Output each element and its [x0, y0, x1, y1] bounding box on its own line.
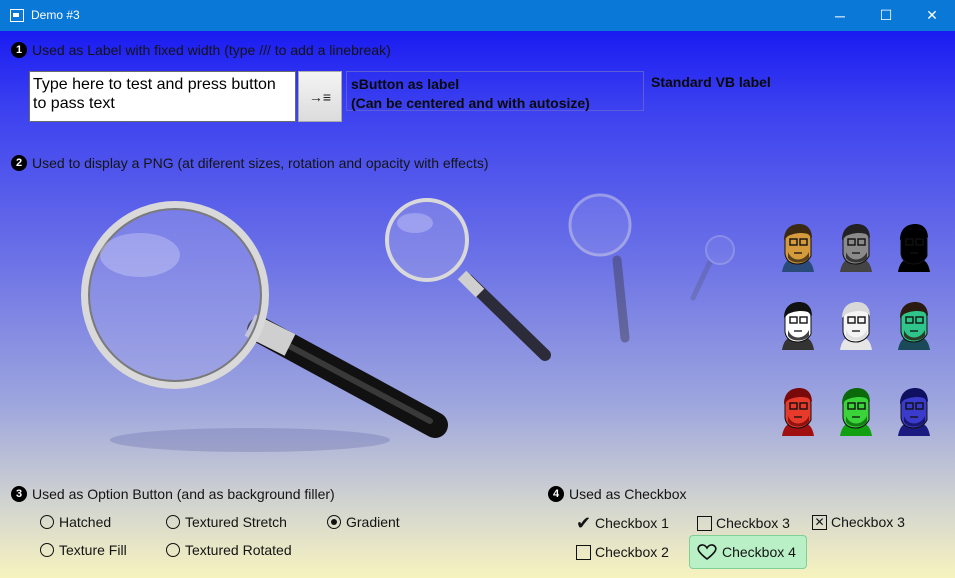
radio-circle[interactable]: [327, 515, 341, 529]
option-gradient[interactable]: Gradient: [327, 514, 400, 530]
radio-circle[interactable]: [40, 515, 54, 529]
section3-title: Used as Option Button (and as background…: [32, 486, 335, 502]
checkbox-3b[interactable]: ✕ Checkbox 3: [812, 514, 905, 530]
section4-title: Used as Checkbox: [569, 486, 687, 502]
face-avatar-image: [894, 222, 934, 272]
option-label: Gradient: [346, 514, 400, 530]
magnifier-medium-image: [385, 198, 551, 361]
magnifier-rotated-image: [568, 193, 632, 343]
checkbox-empty-icon[interactable]: [576, 544, 591, 560]
radio-selected-dot: [331, 519, 337, 525]
section3-heading: 3 Used as Option Button (and as backgrou…: [11, 486, 335, 502]
face-avatar-image: [778, 222, 818, 272]
radio-circle[interactable]: [166, 515, 180, 529]
window-title: Demo #3: [31, 8, 80, 22]
option-hatched[interactable]: Hatched: [40, 514, 111, 530]
option-label: Hatched: [59, 514, 112, 530]
checkbox-label: Checkbox 4: [722, 544, 796, 560]
app-icon: [10, 9, 24, 22]
section2-heading: 2 Used to display a PNG (at diferent siz…: [11, 155, 489, 171]
checkbox-label: Checkbox 2: [595, 544, 669, 560]
option-texture-fill[interactable]: Texture Fill: [40, 542, 127, 558]
checkbox-2[interactable]: Checkbox 2: [576, 544, 669, 560]
sbutton-label: sButton as label (Can be centered and wi…: [346, 71, 644, 111]
option-label: Textured Stretch: [185, 514, 287, 530]
section2-number: 2: [11, 155, 27, 171]
pass-text-icon: →≡: [308, 88, 332, 105]
option-textured-stretch[interactable]: Textured Stretch: [166, 514, 287, 530]
face-avatar-image: [778, 300, 818, 350]
checkmark-icon[interactable]: ✔: [576, 514, 591, 532]
checkbox-1[interactable]: ✔ Checkbox 1: [576, 514, 669, 532]
checkbox-3a[interactable]: Checkbox 3: [697, 515, 790, 531]
heart-icon: [697, 544, 717, 561]
face-avatar-image: [894, 300, 934, 350]
face-avatar-image: [836, 386, 876, 436]
face-avatar-image: [778, 386, 818, 436]
app-window: Demo #3 ─ ☐ ✕ 1 Used as Label with fixed…: [0, 0, 955, 578]
face-avatar-image: [836, 222, 876, 272]
face-avatar-image: [894, 386, 934, 436]
minimize-button[interactable]: ─: [817, 0, 863, 31]
section2-title: Used to display a PNG (at diferent sizes…: [32, 155, 489, 171]
checkbox-4[interactable]: Checkbox 4: [689, 535, 807, 569]
option-textured-rotated[interactable]: Textured Rotated: [166, 542, 292, 558]
radio-circle[interactable]: [166, 543, 180, 557]
close-icon: ✕: [926, 7, 938, 23]
section4-number: 4: [548, 486, 564, 502]
section1-heading: 1 Used as Label with fixed width (type /…: [11, 42, 391, 58]
section1-title: Used as Label with fixed width (type ///…: [32, 42, 391, 58]
standard-vb-label: Standard VB label: [651, 74, 771, 90]
title-bar[interactable]: Demo #3 ─ ☐ ✕: [0, 0, 955, 31]
section1-number: 1: [11, 42, 27, 58]
option-label: Textured Rotated: [185, 542, 292, 558]
maximize-icon: ☐: [879, 7, 893, 23]
maximize-button[interactable]: ☐: [863, 0, 909, 31]
minimize-icon: ─: [835, 7, 845, 24]
checkbox-empty-icon[interactable]: [697, 515, 712, 531]
magnifier-small-image: [690, 235, 735, 301]
pass-text-button[interactable]: →≡: [298, 71, 342, 122]
sbutton-label-text: sButton as label (Can be centered and wi…: [351, 76, 590, 111]
cross-mark-icon[interactable]: ✕: [812, 514, 827, 530]
checkbox-label: Checkbox 3: [716, 515, 790, 531]
test-text-input[interactable]: Type here to test and press button to pa…: [29, 71, 296, 122]
checkbox-label: Checkbox 3: [831, 514, 905, 530]
checkbox-label: Checkbox 1: [595, 515, 669, 531]
option-label: Texture Fill: [59, 542, 127, 558]
section4-heading: 4 Used as Checkbox: [548, 486, 687, 502]
section3-number: 3: [11, 486, 27, 502]
face-avatar-image: [836, 300, 876, 350]
radio-circle[interactable]: [40, 543, 54, 557]
close-button[interactable]: ✕: [909, 0, 955, 31]
